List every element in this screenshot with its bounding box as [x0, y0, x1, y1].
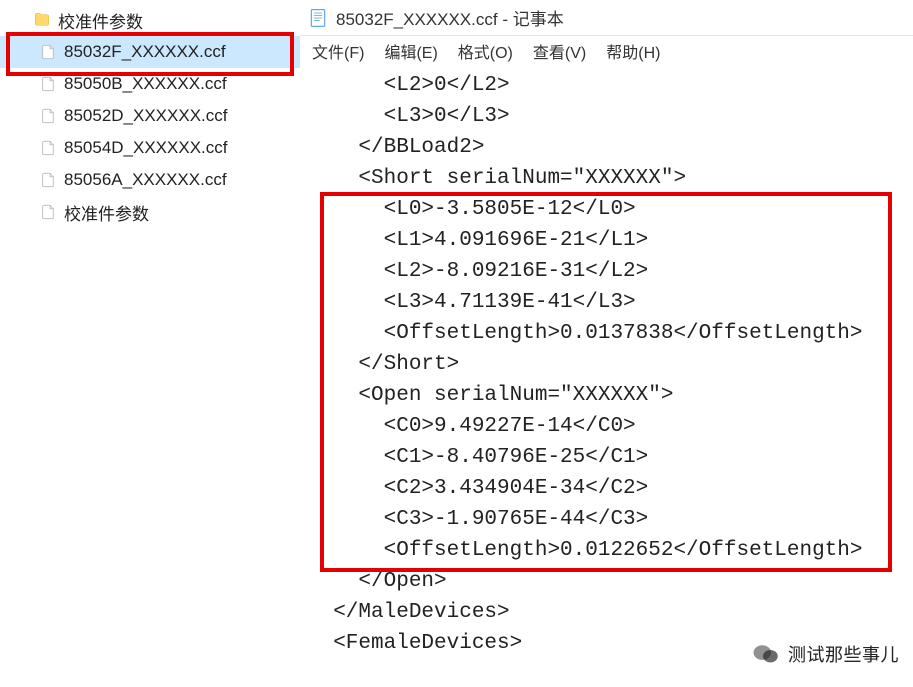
- sidebar-file-item[interactable]: 85052D_XXXXXX.ccf: [0, 100, 300, 132]
- menu-item[interactable]: 查看(V): [529, 37, 590, 65]
- wechat-icon: [752, 643, 780, 665]
- sidebar-file-item[interactable]: 85054D_XXXXXX.ccf: [0, 132, 300, 164]
- notepad-title: 85032F_XXXXXX.ccf - 记事本: [336, 5, 564, 30]
- file-icon: [38, 74, 58, 94]
- file-label: 校准件参数: [64, 200, 149, 225]
- notepad-icon: [308, 8, 328, 28]
- file-icon: [38, 202, 58, 222]
- file-label: 85054D_XXXXXX.ccf: [64, 138, 227, 158]
- notepad-content[interactable]: <L2>0</L2> <L3>0</L3> </BBLoad2> <Short …: [300, 66, 913, 687]
- watermark: 测试那些事儿: [752, 641, 899, 667]
- menu-item[interactable]: 文件(F): [308, 37, 368, 65]
- notepad-window: 85032F_XXXXXX.ccf - 记事本 文件(F) 编辑(E) 格式(O) 查…: [300, 0, 913, 687]
- notepad-menubar: 文件(F) 编辑(E) 格式(O) 查看(V) 帮助(H): [300, 36, 913, 66]
- sidebar-folder[interactable]: 校准件参数: [0, 4, 300, 36]
- notepad-titlebar: 85032F_XXXXXX.ccf - 记事本: [300, 0, 913, 36]
- file-icon: [38, 106, 58, 126]
- menu-item[interactable]: 帮助(H): [602, 37, 664, 65]
- file-label: 85050B_XXXXXX.ccf: [64, 74, 227, 94]
- folder-icon: [32, 10, 52, 30]
- file-label: 85052D_XXXXXX.ccf: [64, 106, 227, 126]
- file-icon: [38, 42, 58, 62]
- sidebar-file-item[interactable]: 85056A_XXXXXX.ccf: [0, 164, 300, 196]
- menu-item[interactable]: 格式(O): [454, 37, 517, 65]
- watermark-text: 测试那些事儿: [788, 641, 899, 667]
- file-label: 85032F_XXXXXX.ccf: [64, 42, 226, 62]
- folder-label: 校准件参数: [58, 8, 143, 33]
- file-icon: [38, 170, 58, 190]
- file-icon: [38, 138, 58, 158]
- sidebar-file-item[interactable]: 85050B_XXXXXX.ccf: [0, 68, 300, 100]
- file-label: 85056A_XXXXXX.ccf: [64, 170, 227, 190]
- sidebar-file-item[interactable]: 校准件参数: [0, 196, 300, 228]
- sidebar-file-item[interactable]: 85032F_XXXXXX.ccf: [0, 36, 300, 68]
- file-explorer-sidebar: 校准件参数 85032F_XXXXXX.ccf 85050B_XXXXXX.ccf…: [0, 0, 300, 687]
- menu-item[interactable]: 编辑(E): [380, 37, 441, 65]
